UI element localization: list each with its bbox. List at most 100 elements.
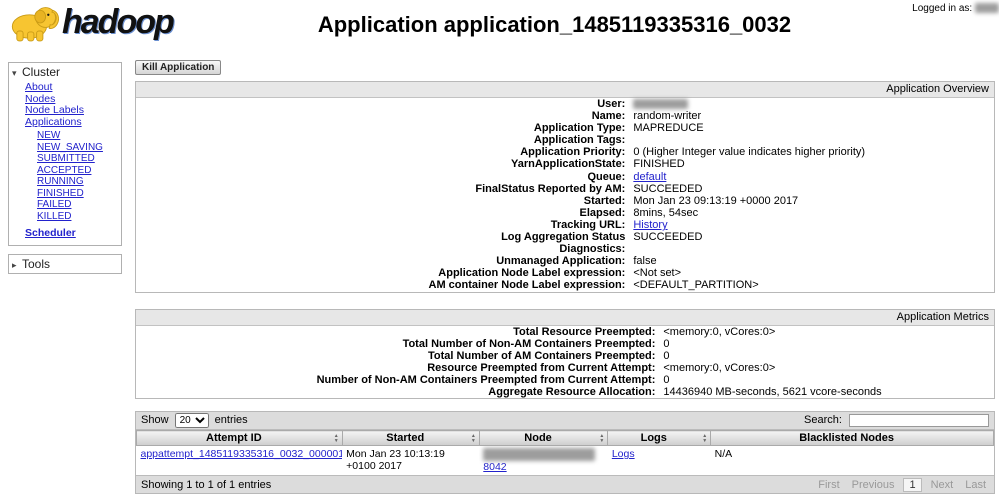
redacted-node-host — [483, 448, 596, 462]
pagination-next[interactable]: Next — [928, 479, 957, 491]
overview-row-queue: Queue: default — [587, 170, 667, 183]
attempt-id-cell: appattempt_1485119335316_0032_000001 — [136, 445, 343, 476]
metrics-row-current-preempted: Resource Preempted from Current Attempt:… — [427, 361, 776, 374]
tools-panel-header[interactable]: ▸ Tools — [9, 255, 121, 273]
tools-panel-label: Tools — [22, 256, 51, 271]
overview-row-started: Started: Mon Jan 23 09:13:19 +0000 2017 — [583, 194, 799, 207]
metrics-section-title: Application Metrics — [136, 309, 994, 326]
logged-in-label: Logged in as: — [912, 3, 973, 14]
sidebar-item-new[interactable]: NEW — [37, 130, 60, 141]
show-entries-control: Show 20 entries — [141, 413, 248, 429]
datatable-footer: Showing 1 to 1 of 1 entries First Previo… — [136, 475, 994, 494]
cluster-panel-header[interactable]: ▾ Cluster — [9, 63, 121, 81]
column-header-attempt-id[interactable]: Attempt ID ▲ ▼ — [136, 430, 343, 447]
sidebar-item-failed[interactable]: FAILED — [37, 199, 71, 210]
column-header-node[interactable]: Node ▲ ▼ — [478, 430, 609, 447]
overview-row-am-node-label: AM container Node Label expression: <DEFA… — [428, 279, 759, 292]
metrics-row-nonam-preempted: Total Number of Non-AM Containers Preemp… — [402, 337, 670, 350]
overview-row-state: YarnApplicationState: FINISHED — [511, 158, 685, 171]
overview-row-tracking-url: Tracking URL: History — [550, 218, 668, 231]
sidebar-item-running[interactable]: RUNNING — [37, 176, 84, 187]
overview-row-elapsed: Elapsed: 8mins, 54sec — [579, 206, 699, 219]
overview-row-finalstatus: FinalStatus Reported by AM: SUCCEEDED — [475, 182, 703, 195]
search-control: Search: — [804, 414, 989, 428]
overview-row-unmanaged: Unmanaged Application: false — [496, 255, 657, 268]
pagination-last[interactable]: Last — [962, 479, 989, 491]
attempt-id-link[interactable]: appattempt_1485119335316_0032_000001 — [141, 448, 343, 460]
sidebar-item-scheduler[interactable]: Scheduler — [25, 227, 76, 239]
cluster-panel-label: Cluster — [22, 65, 61, 79]
attempts-table: Attempt ID ▲ ▼ Started ▲ ▼ Node ▲ ▼ Logs ▲ ▼ Bla… — [136, 430, 994, 476]
attempt-row: appattempt_1485119335316_0032_000001 Mon… — [136, 445, 994, 476]
tracking-url-link[interactable]: History — [633, 219, 667, 231]
attempts-table-header-row: Attempt ID ▲ ▼ Started ▲ ▼ Node ▲ ▼ Logs ▲ ▼ Bla… — [136, 430, 994, 447]
sort-icon[interactable]: ▲ ▼ — [599, 434, 604, 443]
sidebar-item-new-saving[interactable]: NEW_SAVING — [37, 142, 103, 153]
metrics-row-total-preempted: Total Resource Preempted: <memory:0, vCor… — [513, 325, 776, 338]
overview-row-priority: Application Priority: 0 (Higher Integer v… — [520, 146, 866, 159]
attempt-blacklisted-cell: N/A — [710, 445, 994, 476]
queue-link[interactable]: default — [633, 171, 666, 183]
overview-row-name: Name: random-writer — [591, 110, 702, 123]
attempt-started-cell: Mon Jan 23 10:13:19 +0100 2017 — [342, 445, 480, 476]
entries-label: entries — [214, 414, 248, 427]
search-label: Search: — [804, 414, 842, 427]
sidebar-item-finished[interactable]: FINISHED — [37, 188, 84, 199]
cluster-panel: ▾ Cluster About Nodes Node Labels Applica… — [8, 62, 122, 246]
collapse-closed-icon: ▸ — [12, 259, 17, 270]
overview-section-title: Application Overview — [136, 82, 994, 98]
attempt-node-cell: 8042 — [479, 445, 608, 476]
pagination-page-1[interactable]: 1 — [903, 477, 922, 492]
attempts-datatable: Show 20 entries Search: Attempt ID ▲ ▼ Sta… — [135, 411, 995, 494]
overview-row-type: Application Type: MAPREDUCE — [533, 122, 704, 135]
show-label: Show — [141, 414, 169, 427]
overview-table: User: Name: random-writer Application Typ… — [136, 98, 994, 292]
entries-per-page-select[interactable]: 20 — [174, 413, 209, 429]
sidebar-item-submitted[interactable]: SUBMITTED — [37, 153, 95, 164]
hadoop-wordmark: hadoop — [62, 2, 175, 41]
sort-icon[interactable]: ▲ ▼ — [471, 434, 476, 443]
search-input[interactable] — [849, 414, 989, 428]
hadoop-logo: hadoop — [6, 2, 175, 42]
overview-row-tags: Application Tags: — [533, 134, 626, 147]
cluster-nav-list: About Nodes Node Labels Applications NEW… — [9, 81, 121, 240]
sidebar-item-killed[interactable]: KILLED — [37, 211, 71, 222]
metrics-row-am-preempted: Total Number of AM Containers Preempted:… — [428, 349, 670, 362]
sort-icon[interactable]: ▲ ▼ — [702, 434, 707, 443]
application-metrics-section: Application Metrics Total Resource Preem… — [135, 308, 995, 400]
pagination-first[interactable]: First — [815, 479, 842, 491]
column-header-logs[interactable]: Logs ▲ ▼ — [607, 430, 712, 447]
metrics-row-aggregate-allocation: Aggregate Resource Allocation: 14436940 M… — [488, 385, 882, 398]
kill-application-button[interactable]: Kill Application — [135, 60, 222, 75]
showing-entries-text: Showing 1 to 1 of 1 entries — [141, 478, 272, 491]
tools-panel: ▸ Tools — [8, 253, 122, 274]
column-header-started[interactable]: Started ▲ ▼ — [341, 430, 480, 447]
collapse-open-icon: ▾ — [12, 68, 17, 78]
sidebar-item-applications[interactable]: Applications — [25, 116, 82, 128]
sidebar-item-node-labels[interactable]: Node Labels — [25, 104, 84, 116]
logs-link[interactable]: Logs — [612, 448, 635, 460]
redacted-login-username — [975, 3, 999, 14]
application-overview-section: Application Overview User: Name: random-w… — [135, 81, 995, 293]
attempt-logs-cell: Logs — [607, 445, 711, 476]
node-link[interactable]: 8042 — [483, 461, 506, 473]
sort-icon[interactable]: ▲ ▼ — [334, 434, 339, 443]
metrics-table: Total Resource Preempted: <memory:0, vCor… — [136, 326, 994, 399]
overview-row-app-node-label: Application Node Label expression: <Not s… — [438, 267, 682, 280]
pagination-previous[interactable]: Previous — [849, 479, 898, 491]
page-header: hadoop Logged in as: Application applica… — [0, 0, 999, 58]
sidebar-item-accepted[interactable]: ACCEPTED — [37, 165, 91, 176]
pagination: First Previous 1 Next Last — [815, 477, 989, 492]
logged-in-as: Logged in as: — [912, 3, 999, 14]
overview-row-user: User: — [136, 98, 994, 110]
sidebar-item-about[interactable]: About — [25, 81, 52, 93]
sidebar-item-nodes[interactable]: Nodes — [25, 93, 55, 105]
hadoop-elephant-icon — [11, 7, 59, 42]
metrics-row-current-nonam-preempted: Number of Non-AM Containers Preempted fr… — [316, 373, 670, 386]
datatable-toolbar: Show 20 entries Search: — [136, 412, 994, 431]
main-content: Kill Application Application Overview Us… — [135, 60, 995, 494]
application-states-list: NEW NEW_SAVING SUBMITTED ACCEPTED RUNNIN… — [25, 130, 121, 222]
sidebar: ▾ Cluster About Nodes Node Labels Applica… — [8, 62, 122, 282]
overview-row-log-aggregation: Log Aggregation Status SUCCEEDED — [501, 231, 703, 244]
column-header-blacklisted-nodes[interactable]: Blacklisted Nodes — [710, 430, 994, 447]
